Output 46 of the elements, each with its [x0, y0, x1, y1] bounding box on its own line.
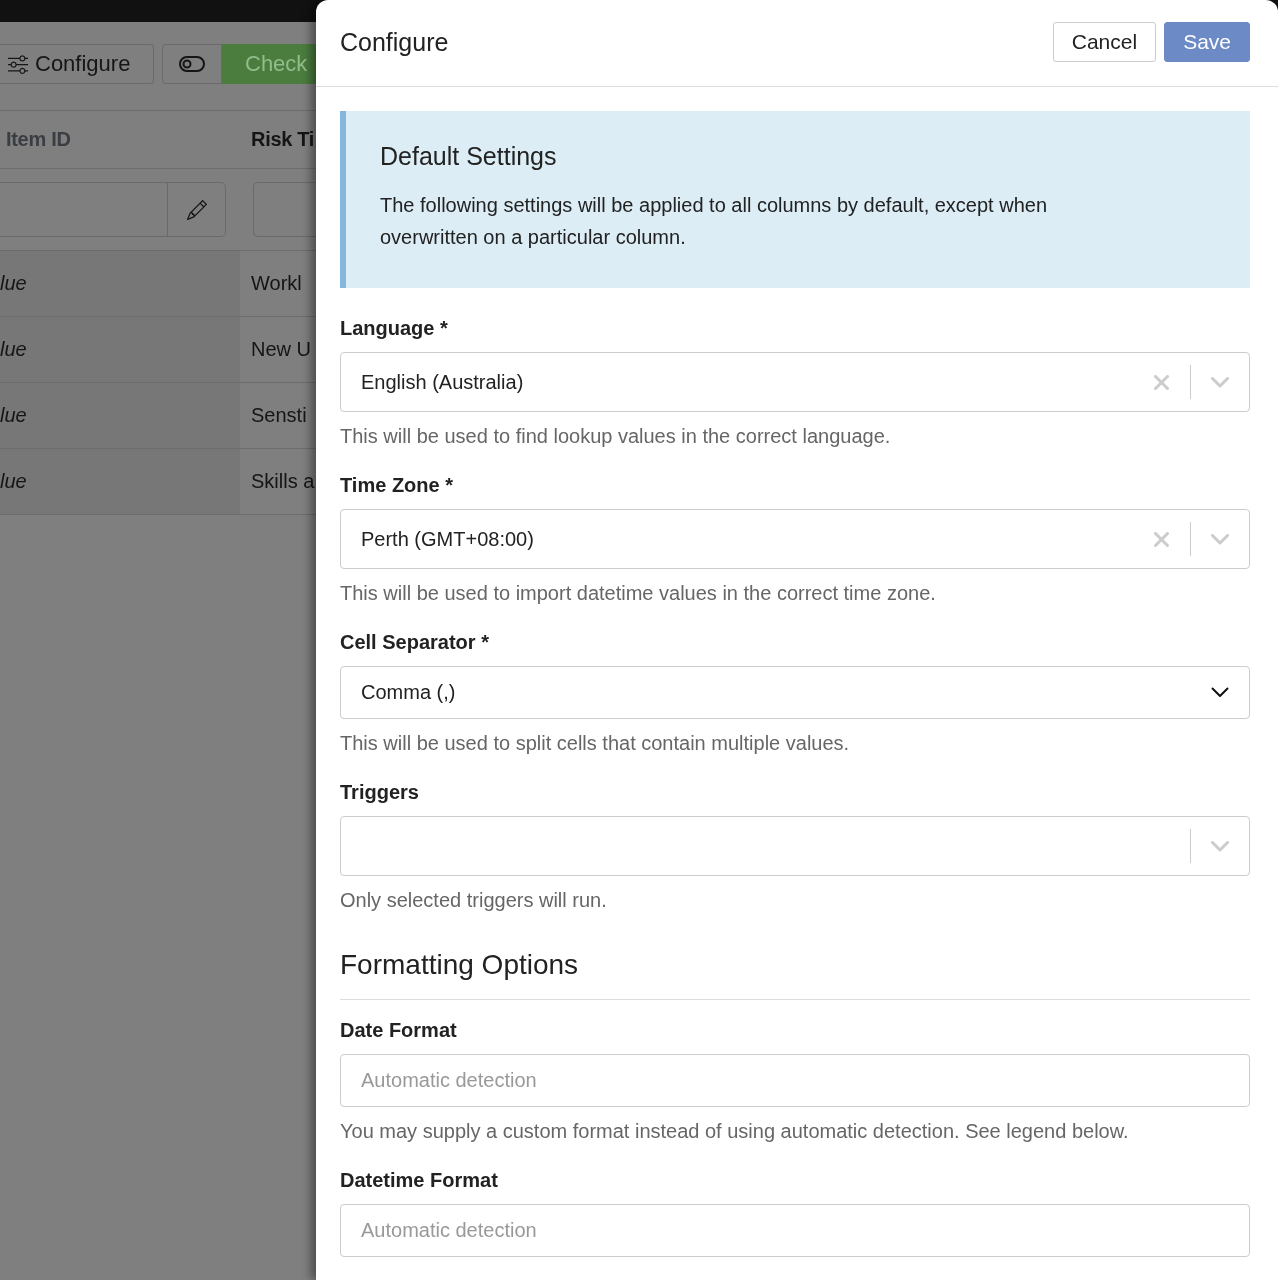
sliders-icon: [8, 54, 28, 74]
save-button[interactable]: Save: [1164, 22, 1250, 62]
select-field[interactable]: Perth (GMT+08:00): [340, 509, 1250, 569]
table-cell-text: Sensti: [250, 403, 308, 428]
table-cell-text: New U: [250, 337, 312, 362]
select-field[interactable]: English (Australia): [340, 352, 1250, 412]
dropdown-field[interactable]: Comma (,): [340, 666, 1250, 719]
field-label: Time Zone *: [340, 473, 454, 497]
edit-button[interactable]: [168, 182, 226, 237]
help-text: Only selected triggers will run.: [340, 888, 608, 912]
info-text: The following settings will be applied to all columns by default, except when overwritten on a particular column.: [380, 193, 1049, 250]
table-cell-text: Skills a: [250, 469, 316, 494]
chevron-down-icon[interactable]: [1211, 376, 1229, 388]
table-cell: lue: [0, 317, 240, 382]
drawer-title: Configure: [340, 27, 449, 57]
chevron-down-icon[interactable]: [1211, 840, 1229, 852]
help-text: This will be used to split cells that contain multiple values.: [340, 731, 851, 755]
help-text: This will be used to import datetime values in the correct time zone.: [340, 581, 937, 605]
help-text: You may supply a custom format instead of using automatic detection. See legend below.: [340, 1119, 1130, 1143]
info-title: Default Settings: [380, 141, 558, 171]
field-label: Datetime Format: [340, 1168, 499, 1192]
field-label: Language *: [340, 316, 449, 340]
field-label: Triggers: [340, 780, 420, 804]
help-text: This will be used to find lookup values in the correct language.: [340, 424, 892, 448]
column-header[interactable]: Risk Ti: [240, 111, 316, 168]
table-cell: lue: [0, 449, 240, 514]
clear-x-icon[interactable]: [1153, 531, 1169, 547]
toggle-icon: [179, 56, 205, 72]
table-cell: lue: [0, 251, 240, 316]
table-cell: lue: [0, 383, 240, 448]
chevron-down-icon: [1211, 687, 1229, 698]
cancel-button[interactable]: Cancel: [1052, 22, 1157, 62]
table-cell-text: Workl: [250, 271, 303, 296]
column-header[interactable]: Item ID: [0, 111, 240, 168]
check-button[interactable]: Check: [222, 44, 316, 84]
field-label: Cell Separator *: [340, 630, 490, 654]
select-field[interactable]: [340, 816, 1250, 876]
field-label: Date Format: [340, 1018, 458, 1042]
toggle-button[interactable]: [162, 44, 222, 84]
chevron-down-icon[interactable]: [1211, 533, 1229, 545]
input-field[interactable]: Automatic detection: [340, 1054, 1250, 1107]
section-heading: Formatting Options: [340, 948, 1250, 1000]
clear-x-icon[interactable]: [1153, 374, 1169, 390]
pencil-icon: [186, 199, 207, 220]
input-field[interactable]: Automatic detection: [340, 1204, 1250, 1257]
configure-button[interactable]: Configure: [0, 44, 154, 84]
